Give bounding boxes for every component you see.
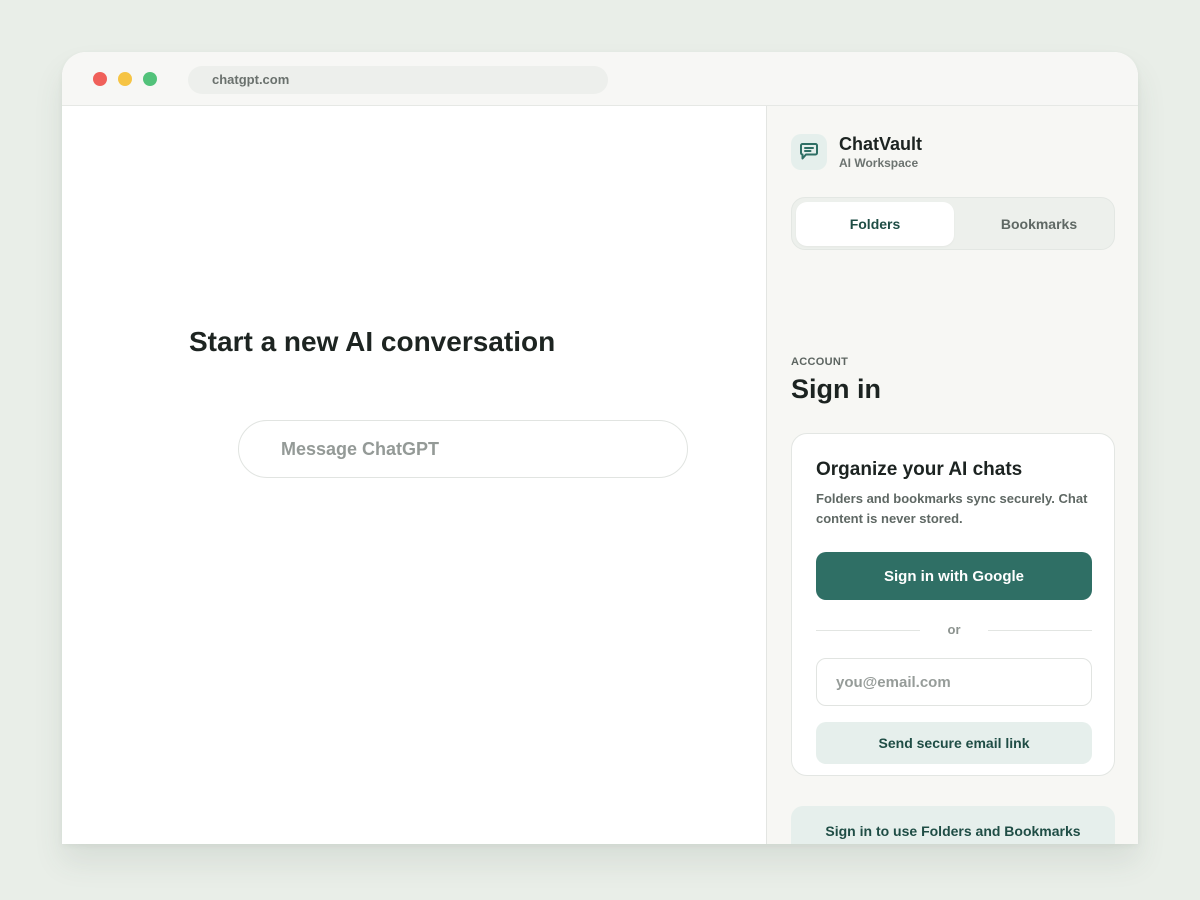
google-sign-in-button[interactable]: Sign in with Google xyxy=(816,552,1092,600)
address-bar[interactable]: chatgpt.com xyxy=(188,66,608,94)
minimize-window-button[interactable] xyxy=(118,72,132,86)
chat-main-area: Start a new AI conversation xyxy=(62,106,766,844)
divider-line xyxy=(816,630,920,631)
panel-tabs: Folders Bookmarks xyxy=(791,197,1115,250)
section-title: Sign in xyxy=(791,374,881,404)
divider-label: or xyxy=(947,622,961,637)
message-input[interactable] xyxy=(238,420,688,478)
brand-subtitle: AI Workspace xyxy=(839,156,919,170)
send-email-link-button[interactable]: Send secure email link xyxy=(816,722,1092,764)
tab-bookmarks[interactable]: Bookmarks xyxy=(958,202,1120,246)
browser-titlebar: chatgpt.com xyxy=(62,52,1138,106)
browser-window: chatgpt.com Start a new AI conversation … xyxy=(62,52,1138,844)
chat-bubble-icon xyxy=(791,134,827,170)
tab-folders[interactable]: Folders xyxy=(796,202,954,246)
email-field[interactable] xyxy=(816,658,1092,706)
sign-in-card: Organize your AI chats Folders and bookm… xyxy=(791,433,1115,776)
sign-in-notice: Sign in to use Folders and Bookmarks xyxy=(791,806,1115,844)
divider-line xyxy=(988,630,1092,631)
card-title: Organize your AI chats xyxy=(816,459,1023,480)
maximize-window-button[interactable] xyxy=(143,72,157,86)
brand-name: ChatVault xyxy=(839,134,923,154)
section-eyebrow: ACCOUNT xyxy=(791,356,849,368)
extension-side-panel: ChatVault AI Workspace Folders Bookmarks… xyxy=(766,106,1138,844)
card-description: Folders and bookmarks sync securely. Cha… xyxy=(816,491,1088,526)
page-title: Start a new AI conversation xyxy=(189,326,556,357)
close-window-button[interactable] xyxy=(93,72,107,86)
